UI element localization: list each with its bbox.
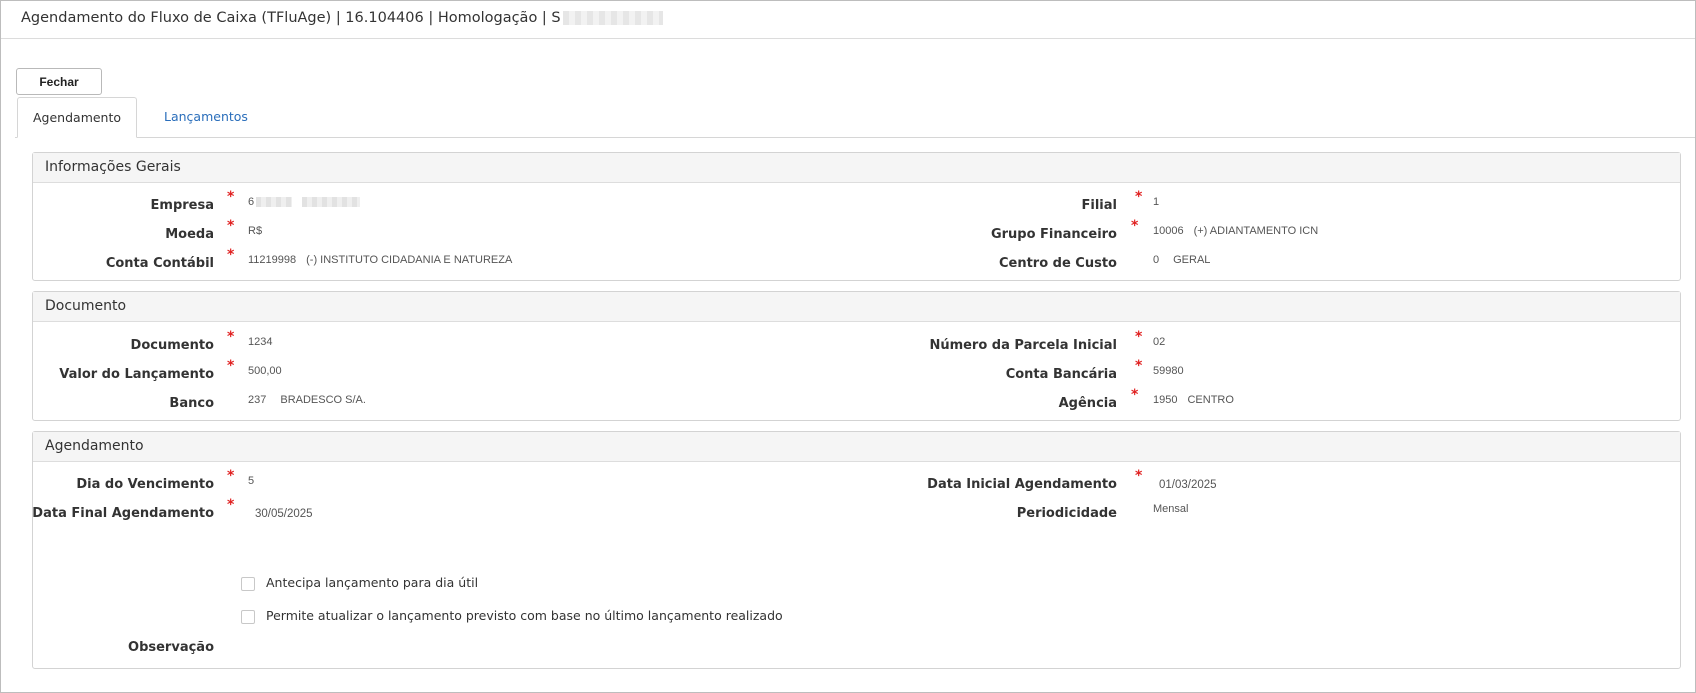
data-final-field[interactable]: 30/05/2025 bbox=[255, 508, 313, 520]
data-inicial-field[interactable]: 01/03/2025 bbox=[1159, 479, 1217, 491]
tab-agendamento[interactable]: Agendamento bbox=[17, 97, 138, 138]
valor-lancamento-label: Valor do Lançamento bbox=[59, 367, 214, 382]
periodicidade-field[interactable]: Mensal bbox=[1153, 503, 1188, 515]
tab-lancamentos[interactable]: Lançamentos bbox=[149, 97, 263, 137]
panel-schedule: Agendamento Dia do Vencimento * 5 Data I… bbox=[32, 431, 1681, 669]
required-marker: * bbox=[227, 329, 235, 345]
filial-field[interactable]: 1 bbox=[1153, 196, 1159, 208]
banco-label: Banco bbox=[169, 396, 214, 411]
required-marker: * bbox=[1135, 358, 1143, 374]
data-inicial-label: Data Inicial Agendamento bbox=[927, 477, 1117, 492]
required-marker: * bbox=[1131, 218, 1139, 234]
panel-general-info: Informações Gerais Empresa * 6 Filial * … bbox=[32, 152, 1681, 281]
grupo-financeiro-label: Grupo Financeiro bbox=[990, 227, 1117, 242]
empresa-label: Empresa bbox=[150, 198, 214, 213]
panel-title: Informações Gerais bbox=[33, 153, 1680, 183]
dia-vencimento-label: Dia do Vencimento bbox=[76, 477, 214, 492]
app-window: Agendamento do Fluxo de Caixa (TFluAge) … bbox=[0, 0, 1696, 693]
panel-title: Agendamento bbox=[33, 432, 1680, 462]
agencia-code: 1950 bbox=[1153, 394, 1178, 406]
banco-code: 237 bbox=[248, 394, 267, 406]
conta-bancaria-field[interactable]: 59980 bbox=[1153, 365, 1184, 377]
grupo-financeiro-desc: (+) ADIANTAMENTO ICN bbox=[1193, 225, 1319, 237]
conta-contabil-desc: (-) INSTITUTO CIDADANIA E NATUREZA bbox=[306, 254, 513, 266]
required-marker: * bbox=[1135, 329, 1143, 345]
agencia-field[interactable]: 1950 CENTRO bbox=[1153, 394, 1234, 406]
redacted-text bbox=[256, 197, 293, 208]
required-marker: * bbox=[1135, 468, 1143, 484]
panel-document: Documento Documento * 1234 Número da Par… bbox=[32, 291, 1681, 421]
antecipa-checkbox-label[interactable]: Antecipa lançamento para dia útil bbox=[266, 575, 478, 590]
valor-lancamento-field[interactable]: 500,00 bbox=[248, 365, 282, 377]
conta-contabil-field[interactable]: 11219998 (-) INSTITUTO CIDADANIA E NATURE… bbox=[248, 254, 512, 266]
required-marker: * bbox=[227, 358, 235, 374]
empresa-field[interactable]: 6 bbox=[248, 196, 361, 208]
tab-bar: Agendamento Lançamentos bbox=[15, 97, 1695, 138]
redacted-text bbox=[302, 197, 361, 208]
antecipa-checkbox[interactable] bbox=[241, 577, 255, 591]
conta-contabil-label: Conta Contábil bbox=[105, 256, 214, 271]
atualizar-checkbox-label[interactable]: Permite atualizar o lançamento previsto … bbox=[266, 608, 783, 623]
required-marker: * bbox=[227, 218, 235, 234]
centro-custo-desc: GERAL bbox=[1173, 254, 1211, 266]
observacao-label: Observação bbox=[128, 640, 214, 655]
moeda-field[interactable]: R$ bbox=[248, 225, 262, 237]
agencia-desc: CENTRO bbox=[1187, 394, 1234, 406]
required-marker: * bbox=[1131, 387, 1139, 403]
grupo-financeiro-code: 10006 bbox=[1153, 225, 1184, 237]
banco-field[interactable]: 237 BRADESCO S/A. bbox=[248, 394, 366, 406]
required-marker: * bbox=[227, 247, 235, 263]
periodicidade-label: Periodicidade bbox=[1016, 506, 1117, 521]
redacted-text bbox=[562, 11, 663, 25]
centro-custo-code: 0 bbox=[1153, 254, 1160, 266]
dia-vencimento-field[interactable]: 5 bbox=[248, 475, 254, 487]
moeda-label: Moeda bbox=[165, 227, 214, 242]
required-marker: * bbox=[227, 189, 235, 205]
grupo-financeiro-field[interactable]: 10006 (+) ADIANTAMENTO ICN bbox=[1153, 225, 1318, 237]
panel-title: Documento bbox=[33, 292, 1680, 322]
title-bar: Agendamento do Fluxo de Caixa (TFluAge) … bbox=[1, 1, 1695, 39]
data-final-label: Data Final Agendamento bbox=[32, 506, 214, 521]
conta-bancaria-label: Conta Bancária bbox=[1005, 367, 1117, 382]
atualizar-checkbox[interactable] bbox=[241, 610, 255, 624]
filial-label: Filial bbox=[1081, 198, 1117, 213]
centro-custo-field[interactable]: 0 GERAL bbox=[1153, 254, 1210, 266]
documento-label: Documento bbox=[130, 338, 214, 353]
banco-desc: BRADESCO S/A. bbox=[280, 394, 366, 406]
centro-custo-label: Centro de Custo bbox=[998, 256, 1117, 271]
required-marker: * bbox=[227, 468, 235, 484]
close-button[interactable]: Fechar bbox=[16, 68, 102, 95]
agencia-label: Agência bbox=[1058, 396, 1117, 411]
window-title: Agendamento do Fluxo de Caixa (TFluAge) … bbox=[21, 10, 663, 26]
required-marker: * bbox=[1135, 189, 1143, 205]
conta-contabil-code: 11219998 bbox=[248, 254, 297, 266]
parcela-inicial-label: Número da Parcela Inicial bbox=[929, 338, 1117, 353]
documento-field[interactable]: 1234 bbox=[248, 336, 272, 348]
parcela-inicial-field[interactable]: 02 bbox=[1153, 336, 1165, 348]
required-marker: * bbox=[227, 497, 235, 513]
